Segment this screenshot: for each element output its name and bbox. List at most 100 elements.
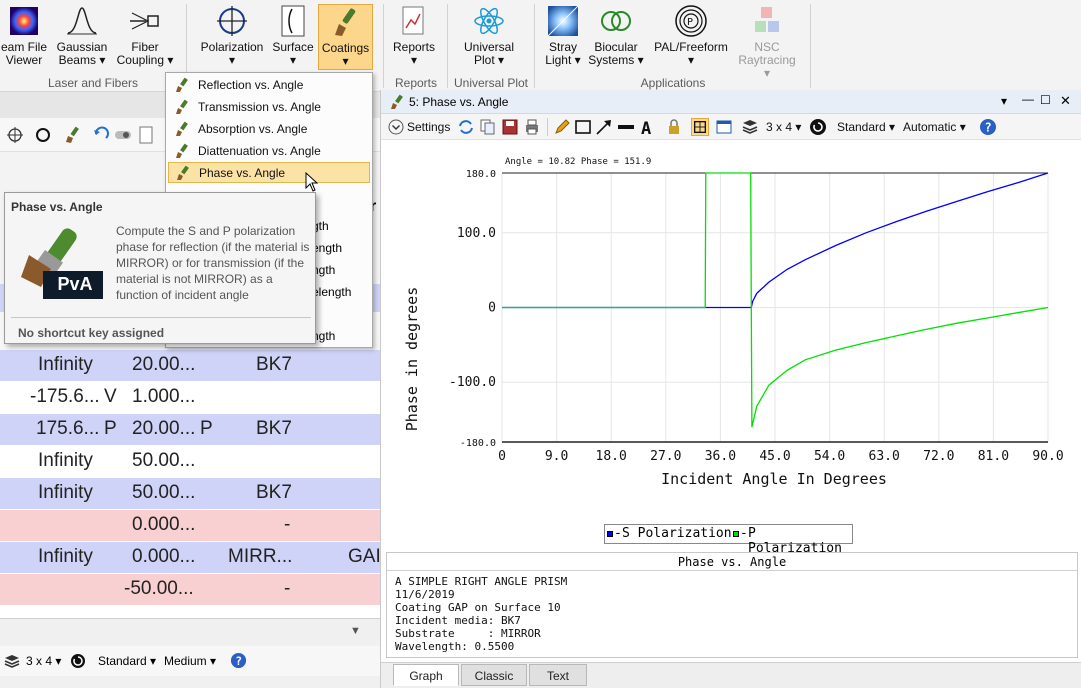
tab-classic[interactable]: Classic (461, 664, 527, 686)
arrow-icon[interactable] (595, 118, 613, 136)
gaussian-beams-button[interactable]: Gaussian Beams ▾ (54, 4, 110, 70)
update-icon[interactable] (457, 118, 475, 136)
material-cell[interactable]: BK7 (256, 354, 292, 376)
undo-arrow-icon[interactable] (92, 126, 110, 144)
table-row[interactable]: 175.6... P 20.00... P BK7 (0, 414, 380, 446)
coatings-button[interactable]: Coatings ▾ (318, 4, 373, 70)
table-row[interactable]: Infinity 50.00... BK7 (0, 478, 380, 510)
settings-chevron-icon[interactable] (387, 118, 405, 136)
material-cell[interactable]: - (284, 578, 290, 600)
document-icon[interactable] (138, 126, 154, 144)
thickness-cell[interactable]: 0.000... (132, 546, 195, 568)
coating-cell[interactable]: GAI (348, 546, 381, 568)
table-row[interactable]: Infinity 0.000... MIRR... GAI (0, 542, 381, 574)
minimize-icon[interactable]: — (1022, 92, 1034, 106)
table-row[interactable]: Infinity 50.00... (0, 446, 380, 478)
pane-menu-icon[interactable]: ▼ (350, 625, 361, 637)
radius-cell[interactable]: Infinity (38, 354, 93, 376)
close-icon[interactable]: ✕ (1060, 93, 1071, 109)
menu-item-reflection-vs-angle[interactable]: Reflection vs. Angle (168, 75, 370, 96)
print-icon[interactable] (523, 118, 541, 136)
fiber-coupling-button[interactable]: Fiber Coupling ▾ (114, 4, 176, 70)
paintbrush-icon (177, 165, 189, 180)
thickness-cell[interactable]: 1.000... (132, 386, 195, 408)
zoom-fit-icon[interactable] (691, 118, 709, 136)
menu-item-transmission-vs-angle[interactable]: Transmission vs. Angle (168, 97, 370, 118)
layers-icon[interactable] (741, 118, 759, 136)
material-cell[interactable]: - (284, 514, 290, 536)
surface-button[interactable]: Surface ▾ (270, 4, 316, 70)
tab-graph[interactable]: Graph (393, 664, 459, 686)
dropdown-caret: ▾ (574, 53, 581, 67)
window-icon[interactable] (715, 118, 733, 136)
save-icon[interactable] (501, 118, 519, 136)
refresh-icon[interactable] (70, 653, 86, 669)
circle-icon[interactable] (34, 126, 52, 144)
menu-item-diattenuation-vs-angle[interactable]: Diattenuation vs. Angle (168, 141, 370, 162)
table-row[interactable]: Infinity 20.00... BK7 (0, 350, 380, 382)
tab-text[interactable]: Text (529, 664, 587, 686)
table-row[interactable]: -175.6... V 1.000... (0, 382, 380, 414)
pencil-icon[interactable] (553, 118, 571, 136)
toggle-icon[interactable] (114, 126, 132, 144)
style-dropdown[interactable]: Standard ▾ (837, 120, 895, 134)
material-cell[interactable]: BK7 (256, 418, 292, 440)
settings-button[interactable]: Settings (407, 120, 450, 134)
window-menu-icon[interactable]: ▾ (1001, 94, 1007, 108)
universal-plot-button[interactable]: Universal Plot ▾ (456, 4, 522, 70)
lock-icon[interactable] (665, 118, 683, 136)
solve-cell[interactable]: V (104, 386, 117, 408)
svg-text:P: P (687, 17, 693, 28)
reports-button[interactable]: Reports ▾ (388, 4, 440, 70)
quality-dropdown[interactable]: Medium ▾ (164, 654, 216, 668)
line-icon[interactable] (617, 118, 635, 136)
text-icon[interactable]: A (639, 118, 657, 136)
thickness-cell[interactable]: 50.00... (132, 482, 195, 504)
copy-icon[interactable] (479, 118, 497, 136)
analysis-window-titlebar[interactable]: 5: Phase vs. Angle ▾ — ☐ ✕ (381, 90, 1081, 114)
menu-item-phase-vs-angle[interactable]: Phase vs. Angle (168, 162, 370, 183)
table-row[interactable]: -50.00... - (0, 574, 380, 606)
radius-cell[interactable]: Infinity (38, 482, 93, 504)
thickness-cell[interactable]: 50.00... (132, 450, 195, 472)
stray-light-button[interactable]: Stray Light ▾ (540, 4, 586, 70)
maximize-icon[interactable]: ☐ (1040, 93, 1051, 107)
mouse-cursor-icon (305, 172, 319, 192)
thickness-cell[interactable]: 0.000... (132, 514, 195, 536)
polarization-icon (217, 6, 247, 36)
button-label: eam File (0, 40, 47, 54)
layers-icon[interactable] (4, 653, 20, 669)
paintbrush-icon[interactable] (64, 126, 82, 144)
style-dropdown[interactable]: Standard ▾ (98, 654, 156, 668)
beam-file-viewer-button[interactable]: eam File Viewer (0, 4, 48, 70)
solve-cell[interactable]: P (200, 418, 213, 440)
menu-item-partial[interactable]: ength (312, 241, 342, 255)
layout-dropdown[interactable]: 3 x 4 ▾ (26, 654, 61, 668)
help-icon[interactable]: ? (979, 118, 997, 136)
radius-cell[interactable]: 175.6... (36, 418, 99, 440)
material-cell[interactable]: MIRR... (228, 546, 292, 568)
menu-item-partial[interactable]: elength (312, 285, 351, 299)
pal-freeform-button[interactable]: P PAL/Freeform ▾ (650, 4, 732, 70)
radius-cell[interactable]: Infinity (38, 546, 93, 568)
rectangle-icon[interactable] (574, 118, 592, 136)
thickness-cell[interactable]: 20.00... (132, 418, 195, 440)
help-icon[interactable]: ? (230, 652, 247, 669)
thickness-cell[interactable]: 20.00... (132, 354, 195, 376)
radius-cell[interactable]: -175.6... (30, 386, 100, 408)
refresh-icon[interactable] (809, 118, 827, 136)
biocular-systems-button[interactable]: Biocular Systems ▾ (588, 4, 644, 70)
nsc-raytracing-button[interactable]: NSC Raytracing ▾ (734, 4, 800, 80)
crosshair-icon[interactable] (6, 126, 24, 144)
y-tick-label: 180.0 (466, 169, 496, 180)
phase-chart[interactable]: Angle = 10.82 Phase = 151.9 0 9.0 18.0 27.0… (381, 140, 1081, 565)
scale-dropdown[interactable]: Automatic ▾ (903, 120, 966, 134)
radius-cell[interactable]: Infinity (38, 450, 93, 472)
material-cell[interactable]: BK7 (256, 482, 292, 504)
thickness-cell[interactable]: -50.00... (124, 578, 194, 600)
menu-item-absorption-vs-angle[interactable]: Absorption vs. Angle (168, 119, 370, 140)
table-row[interactable]: 0.000... - (0, 510, 380, 542)
solve-cell[interactable]: P (104, 418, 117, 440)
polarization-button[interactable]: Polarization ▾ (196, 4, 268, 70)
layout-dropdown[interactable]: 3 x 4 ▾ (766, 120, 801, 134)
